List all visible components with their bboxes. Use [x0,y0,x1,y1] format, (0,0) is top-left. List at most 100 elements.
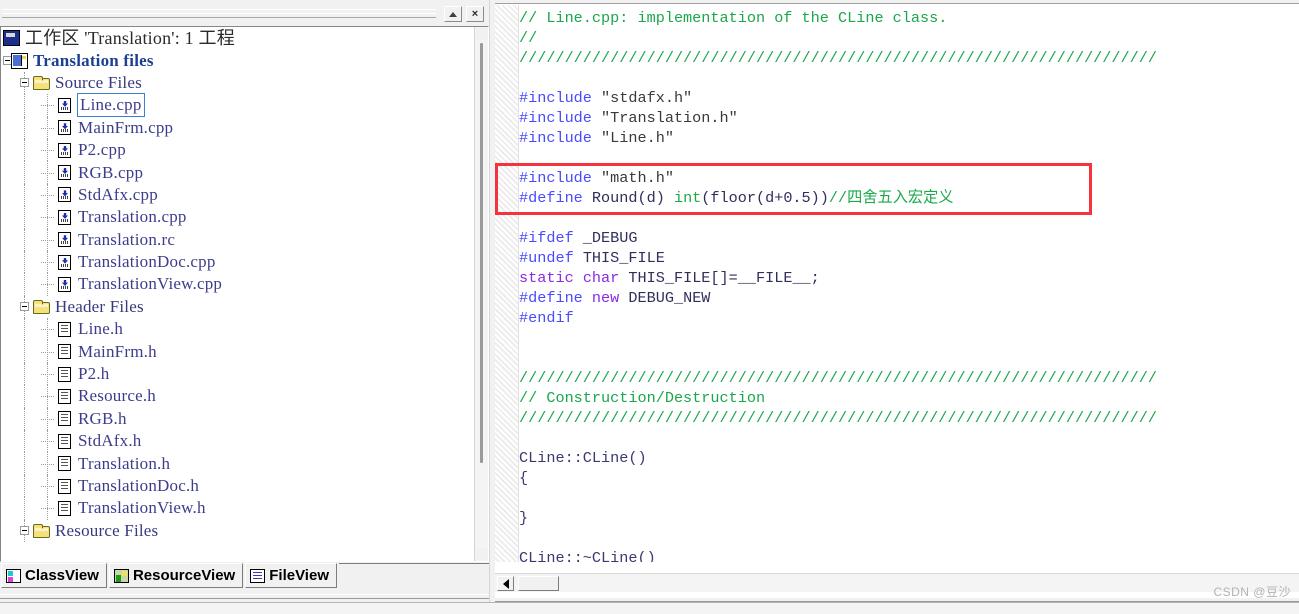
code-line[interactable]: CLine::~CLine() [519,548,1299,562]
tab-classview[interactable]: ClassView [1,563,107,588]
tree-item-translation-files[interactable]: Translation files [1,49,474,71]
cpp-file-icon [58,165,71,181]
scroll-left-button[interactable] [497,576,514,591]
tree-item-label: Translation.cpp [78,207,187,227]
tree-item-label: RGB.cpp [78,162,144,182]
code-line[interactable] [519,208,1299,228]
code-line[interactable]: #endif [519,308,1299,328]
code-line[interactable]: #include "stdafx.h" [519,88,1299,108]
tree-item-source-files[interactable]: Source Files [1,71,474,95]
file-tree-container: 工作区 'Translation': 1 工程 Translation files… [0,26,489,562]
folder-icon [33,523,50,538]
horizontal-scrollbar-thumb[interactable] [518,576,559,591]
scroll-down-arrow-icon[interactable] [476,548,488,560]
tree-item-mainfrm-cpp[interactable]: MainFrm.cpp [1,116,474,139]
file-tree[interactable]: 工作区 'Translation': 1 工程 Translation files… [1,27,474,561]
tree-guide-line [24,228,25,251]
tree-item-p2-cpp[interactable]: P2.cpp [1,138,474,162]
code-line[interactable]: { [519,468,1299,488]
tree-item-line-h[interactable]: Line.h [1,318,474,341]
code-token: #include [519,169,602,187]
tree-guide-line [24,161,25,184]
tree-item-mainfrm-h[interactable]: MainFrm.h [1,340,474,363]
tree-guide-line [41,105,54,107]
tree-guide-line [41,374,54,376]
code-line[interactable]: // Construction/Destruction [519,388,1299,408]
tree-item-rgb-h[interactable]: RGB.h [1,407,474,431]
code-line[interactable]: ////////////////////////////////////////… [519,48,1299,68]
code-line[interactable]: static char THIS_FILE[]=__FILE__; [519,268,1299,288]
code-line[interactable]: } [519,508,1299,528]
editor-horizontal-scrollbar[interactable] [495,573,1299,592]
tree-guide-line [24,183,25,207]
code-line[interactable]: #include "math.h" [519,168,1299,188]
pane-drag-gripper[interactable] [2,9,436,18]
tree-item-translation-cpp[interactable]: Translation.cpp [1,206,474,229]
tree-item-resource-files[interactable]: Resource Files [1,519,474,542]
tree-item-translation-1[interactable]: 工作区 'Translation': 1 工程 [1,27,474,49]
code-line[interactable] [519,488,1299,508]
tree-item-p2-h[interactable]: P2.h [1,362,474,386]
code-line[interactable]: #undef THIS_FILE [519,248,1299,268]
code-line[interactable]: ////////////////////////////////////////… [519,368,1299,388]
tree-guide-line [41,194,54,196]
tree-item-label: TranslationDoc.cpp [78,252,216,272]
collapse-toggle-icon[interactable] [20,302,29,312]
code-line[interactable]: #define new DEBUG_NEW [519,288,1299,308]
tab-label: ClassView [25,567,99,584]
tree-item-label: Translation files [33,50,154,70]
code-line[interactable] [519,68,1299,88]
tree-item-label: 工作区 'Translation': 1 工程 [25,28,235,49]
code-line[interactable] [519,528,1299,548]
code-token: static [519,269,583,287]
tree-item-translationview-cpp[interactable]: TranslationView.cpp [1,273,474,296]
code-line[interactable]: // Line.cpp: implementation of the CLine… [519,8,1299,28]
cpp-file-icon [58,120,71,136]
code-line[interactable]: #define Round(d) int(floor(d+0.5))//四舍五入… [519,188,1299,208]
tree-guide-line [24,116,25,139]
code-line[interactable]: #ifdef _DEBUG [519,228,1299,248]
cpp-file-icon [58,97,71,113]
tree-item-translationdoc-cpp[interactable]: TranslationDoc.cpp [1,250,474,274]
tab-fileview[interactable]: FileView [245,563,337,588]
code-line[interactable]: // [519,28,1299,48]
editor-selection-margin[interactable] [495,5,519,562]
tree-item-translation-rc[interactable]: Translation.rc [1,228,474,251]
tree-item-translationdoc-h[interactable]: TranslationDoc.h [1,474,474,498]
code-token: { [519,469,529,487]
tree-item-stdafx-cpp[interactable]: StdAfx.cpp [1,183,474,207]
code-token: new [591,289,629,307]
code-text-area[interactable]: // Line.cpp: implementation of the CLine… [519,5,1299,562]
tree-item-stdafx-h[interactable]: StdAfx.h [1,430,474,453]
code-line[interactable] [519,148,1299,168]
scroll-up-arrow-icon[interactable] [476,28,488,40]
tree-item-line-cpp[interactable]: Line.cpp [1,93,474,118]
tree-item-header-files[interactable]: Header Files [1,295,474,319]
tree-item-resource-h[interactable]: Resource.h [1,385,474,408]
tree-item-rgb-cpp[interactable]: RGB.cpp [1,161,474,184]
code-line[interactable]: #include "Line.h" [519,128,1299,148]
tree-guide-line [24,94,25,117]
tree-item-label: Header Files [55,296,144,316]
scrollbar-thumb[interactable] [480,43,483,463]
resourceview-icon [113,568,129,583]
code-token: Round(d) [591,189,674,207]
code-line[interactable] [519,348,1299,368]
collapse-toggle-icon[interactable] [20,526,29,536]
close-button[interactable]: × [466,6,484,22]
code-line[interactable]: #include "Translation.h" [519,108,1299,128]
restore-button[interactable] [444,6,462,22]
code-line[interactable]: ////////////////////////////////////////… [519,408,1299,428]
tree-vertical-scrollbar[interactable] [474,27,488,561]
tree-item-translationview-h[interactable]: TranslationView.h [1,497,474,520]
code-line[interactable]: CLine::CLine() [519,448,1299,468]
tree-item-label: MainFrm.cpp [78,117,174,137]
code-token: #define [519,189,592,207]
code-line[interactable] [519,428,1299,448]
code-line[interactable] [519,328,1299,348]
collapse-toggle-icon[interactable] [20,78,29,88]
workspace-pane: × 工作区 'Translation': 1 工程 Translation fil… [0,0,494,614]
tab-resourceview[interactable]: ResourceView [108,563,244,588]
code-token: int [673,189,702,207]
tree-item-translation-h[interactable]: Translation.h [1,452,474,475]
